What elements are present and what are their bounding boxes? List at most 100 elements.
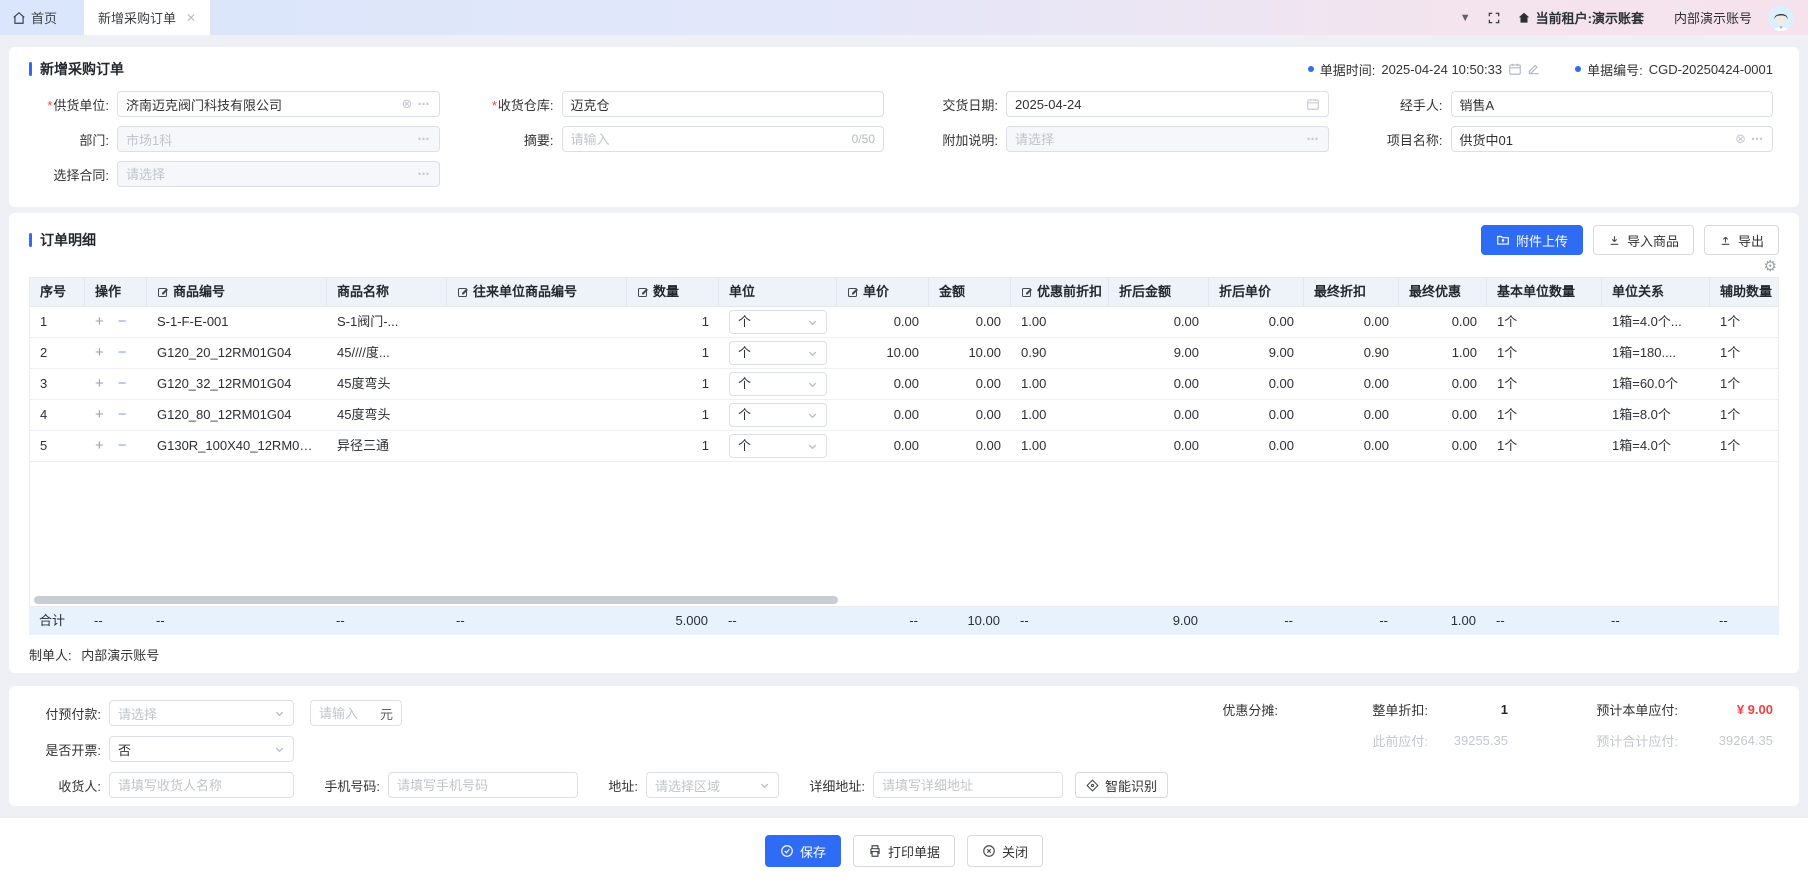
add-row-icon[interactable]: + (95, 344, 104, 361)
avatar[interactable] (1768, 5, 1794, 31)
detail-address-field[interactable] (873, 772, 1063, 798)
tab-close-icon[interactable]: ✕ (186, 11, 196, 25)
cell-qty[interactable]: 1 (627, 369, 719, 399)
contract-input[interactable] (126, 167, 412, 182)
add-row-icon[interactable]: + (95, 406, 104, 423)
calendar-icon[interactable] (1508, 62, 1522, 76)
supplier-input[interactable] (126, 97, 396, 112)
tenant-indicator[interactable]: 当前租户:演示账套 (1517, 8, 1644, 27)
save-button[interactable]: 保存 (765, 835, 841, 867)
account-name[interactable]: 内部演示账号 (1674, 8, 1752, 27)
remove-row-icon[interactable]: − (118, 344, 127, 361)
cell-code[interactable]: G130R_100X40_12RM01G04 (147, 431, 327, 461)
cell-price[interactable]: 0.00 (837, 307, 929, 337)
handler-input[interactable] (1460, 97, 1765, 112)
department-input[interactable] (126, 132, 412, 147)
summary-field[interactable]: 0/50 (562, 126, 885, 152)
address-select[interactable]: 请选择区域 (646, 772, 779, 798)
handler-field[interactable] (1451, 91, 1774, 117)
prepay-select[interactable]: 请选择 (109, 700, 294, 726)
cell-qty[interactable]: 1 (627, 307, 719, 337)
cell-price[interactable]: 0.00 (837, 400, 929, 430)
horizontal-scrollbar[interactable] (34, 596, 838, 604)
invoice-select[interactable]: 否 (109, 736, 294, 762)
warehouse-field[interactable] (562, 91, 885, 117)
add-row-icon[interactable]: + (95, 313, 104, 330)
cell-partner_code[interactable] (447, 400, 627, 430)
clear-icon[interactable]: ⊗ (402, 96, 413, 112)
upload-attachment-button[interactable]: 附件上传 (1481, 225, 1583, 255)
cell-pre_discount[interactable]: 1.00 (1011, 307, 1109, 337)
department-field[interactable]: ⋯ (117, 126, 440, 152)
cell-pre_discount[interactable]: 1.00 (1011, 400, 1109, 430)
cell-partner_code[interactable] (447, 431, 627, 461)
cell-qty[interactable]: 1 (627, 431, 719, 461)
print-button[interactable]: 打印单据 (853, 835, 955, 867)
delivery-date-input[interactable] (1015, 97, 1300, 112)
remove-row-icon[interactable]: − (118, 313, 127, 330)
project-input[interactable] (1460, 132, 1730, 147)
delivery-date-field[interactable] (1006, 91, 1329, 117)
cell-partner_code[interactable] (447, 307, 627, 337)
cell-pre_discount[interactable]: 1.00 (1011, 369, 1109, 399)
detail-address-input[interactable] (882, 778, 1054, 793)
cell-unit: 个 (719, 338, 837, 368)
home-nav[interactable]: 首页 (12, 8, 57, 27)
cell-qty[interactable]: 1 (627, 400, 719, 430)
cell-code[interactable]: G120_80_12RM01G04 (147, 400, 327, 430)
more-icon[interactable]: ⋯ (418, 132, 431, 146)
cell-aux_qty: 1个 (1710, 307, 1778, 337)
warehouse-input[interactable] (571, 97, 876, 112)
edit-icon[interactable] (1527, 62, 1541, 76)
prepay-amount-input[interactable] (319, 706, 374, 721)
remove-row-icon[interactable]: − (118, 437, 127, 454)
extra-note-input[interactable] (1015, 132, 1301, 147)
chevron-down-icon[interactable]: ▼ (1460, 12, 1471, 24)
close-button[interactable]: 关闭 (967, 835, 1043, 867)
phone-input[interactable] (397, 778, 569, 793)
cell-partner_code[interactable] (447, 338, 627, 368)
cell-pre_discount[interactable]: 0.90 (1011, 338, 1109, 368)
smart-recognize-button[interactable]: 智能识别 (1075, 772, 1168, 798)
remove-row-icon[interactable]: − (118, 406, 127, 423)
cell-code[interactable]: G120_20_12RM01G04 (147, 338, 327, 368)
tab-new-purchase-order[interactable]: 新增采购订单 ✕ (83, 0, 211, 35)
clear-icon[interactable]: ⊗ (1735, 131, 1746, 147)
fullscreen-icon[interactable] (1487, 11, 1501, 25)
more-icon[interactable]: ⋯ (418, 167, 431, 181)
cell-code[interactable]: G120_32_12RM01G04 (147, 369, 327, 399)
extra-note-field[interactable]: ⋯ (1006, 126, 1329, 152)
cell-price[interactable]: 10.00 (837, 338, 929, 368)
project-field[interactable]: ⊗ ⋯ (1451, 126, 1774, 152)
add-row-icon[interactable]: + (95, 375, 104, 392)
more-icon[interactable]: ⋯ (1751, 132, 1764, 146)
column-settings-gear-icon[interactable]: ⚙ (1764, 259, 1777, 275)
export-button[interactable]: 导出 (1704, 225, 1779, 255)
cell-price[interactable]: 0.00 (837, 369, 929, 399)
unit-select[interactable]: 个 (729, 434, 827, 458)
cell-price[interactable]: 0.00 (837, 431, 929, 461)
contract-field[interactable]: ⋯ (117, 161, 440, 187)
unit-select[interactable]: 个 (729, 403, 827, 427)
unit-select[interactable]: 个 (729, 310, 827, 334)
more-icon[interactable]: ⋯ (418, 97, 431, 111)
prepay-amount-field[interactable]: 元 (310, 700, 402, 726)
remove-row-icon[interactable]: − (118, 375, 127, 392)
chevron-down-icon (807, 348, 818, 359)
calendar-icon[interactable] (1306, 97, 1320, 111)
cell-qty[interactable]: 1 (627, 338, 719, 368)
more-icon[interactable]: ⋯ (1307, 132, 1320, 146)
cell-code[interactable]: S-1-F-E-001 (147, 307, 327, 337)
add-row-icon[interactable]: + (95, 437, 104, 454)
total-name: -- (326, 607, 446, 635)
unit-select[interactable]: 个 (729, 341, 827, 365)
phone-field[interactable] (388, 772, 578, 798)
cell-partner_code[interactable] (447, 369, 627, 399)
import-goods-button[interactable]: 导入商品 (1593, 225, 1694, 255)
supplier-field[interactable]: ⊗ ⋯ (117, 91, 440, 117)
receiver-field[interactable] (109, 772, 294, 798)
summary-input[interactable] (571, 132, 846, 147)
receiver-input[interactable] (118, 778, 285, 793)
unit-select[interactable]: 个 (729, 372, 827, 396)
cell-pre_discount[interactable]: 1.00 (1011, 431, 1109, 461)
